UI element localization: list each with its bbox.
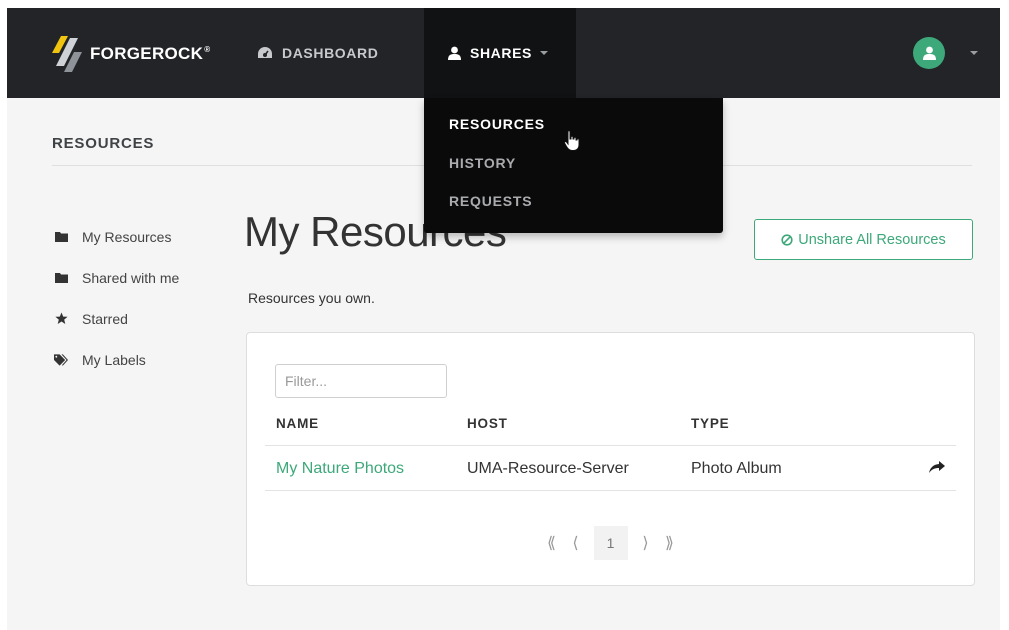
brand[interactable]: FORGEROCK® bbox=[52, 36, 210, 72]
column-header-type[interactable]: TYPE bbox=[691, 416, 729, 431]
sidebar-item-starred[interactable]: Starred bbox=[54, 298, 179, 339]
filter-input[interactable] bbox=[275, 364, 447, 398]
column-header-host[interactable]: HOST bbox=[467, 416, 508, 431]
star-icon bbox=[54, 312, 68, 325]
resource-name-link[interactable]: My Nature Photos bbox=[276, 460, 404, 478]
pagination: ⟪ ⟨ 1 ⟩ ⟫ bbox=[247, 526, 974, 560]
tags-icon bbox=[54, 353, 68, 366]
user-icon bbox=[922, 46, 936, 60]
user-icon bbox=[448, 46, 461, 60]
chevron-down-icon[interactable] bbox=[970, 51, 978, 55]
nav-shares-label: SHARES bbox=[470, 45, 532, 61]
app-frame: FORGEROCK® DASHBOARD SHARES RESOURCES HI… bbox=[7, 8, 1000, 630]
next-page-icon[interactable]: ⟩ bbox=[634, 533, 658, 553]
column-header-name[interactable]: NAME bbox=[276, 416, 319, 431]
forgerock-logo-icon bbox=[52, 36, 82, 72]
sidebar-item-label: My Labels bbox=[82, 351, 146, 368]
resources-panel: NAME HOST TYPE My Nature Photos UMA-Reso… bbox=[246, 332, 975, 586]
sidebar-item-my-labels[interactable]: My Labels bbox=[54, 339, 179, 380]
ban-icon bbox=[781, 233, 793, 246]
sidebar: My Resources Shared with me Starred My L… bbox=[54, 216, 179, 380]
nav-dashboard[interactable]: DASHBOARD bbox=[257, 8, 378, 98]
divider bbox=[265, 445, 956, 446]
menu-item-requests[interactable]: REQUESTS bbox=[424, 188, 723, 227]
folder-icon bbox=[54, 231, 68, 242]
section-title: RESOURCES bbox=[52, 135, 155, 152]
divider bbox=[265, 490, 956, 491]
page-subtitle: Resources you own. bbox=[248, 290, 375, 306]
sidebar-item-my-resources[interactable]: My Resources bbox=[54, 216, 179, 257]
unshare-all-label: Unshare All Resources bbox=[798, 231, 946, 248]
sidebar-item-shared-with-me[interactable]: Shared with me bbox=[54, 257, 179, 298]
last-page-icon[interactable]: ⟫ bbox=[658, 533, 682, 553]
sidebar-item-label: Starred bbox=[82, 310, 128, 327]
hand-cursor-icon bbox=[563, 130, 581, 157]
brand-name: FORGEROCK® bbox=[90, 44, 211, 63]
previous-page-icon[interactable]: ⟨ bbox=[564, 533, 588, 553]
nav-dashboard-label: DASHBOARD bbox=[282, 45, 379, 61]
first-page-icon[interactable]: ⟪ bbox=[540, 533, 564, 553]
chevron-down-icon bbox=[539, 51, 548, 55]
dashboard-icon bbox=[257, 46, 273, 60]
resource-type: Photo Album bbox=[691, 460, 782, 477]
sidebar-item-label: Shared with me bbox=[82, 269, 180, 286]
nav-shares[interactable]: SHARES bbox=[424, 8, 576, 98]
folder-icon bbox=[54, 272, 68, 283]
top-navbar: FORGEROCK® DASHBOARD SHARES bbox=[7, 8, 1000, 98]
current-page[interactable]: 1 bbox=[593, 526, 628, 560]
user-avatar[interactable] bbox=[913, 37, 945, 69]
unshare-all-button[interactable]: Unshare All Resources bbox=[754, 219, 973, 260]
share-icon[interactable] bbox=[929, 461, 945, 479]
resource-host: UMA-Resource-Server bbox=[467, 460, 629, 477]
sidebar-item-label: My Resources bbox=[82, 228, 172, 245]
shares-dropdown-menu: RESOURCES HISTORY REQUESTS bbox=[424, 98, 723, 233]
